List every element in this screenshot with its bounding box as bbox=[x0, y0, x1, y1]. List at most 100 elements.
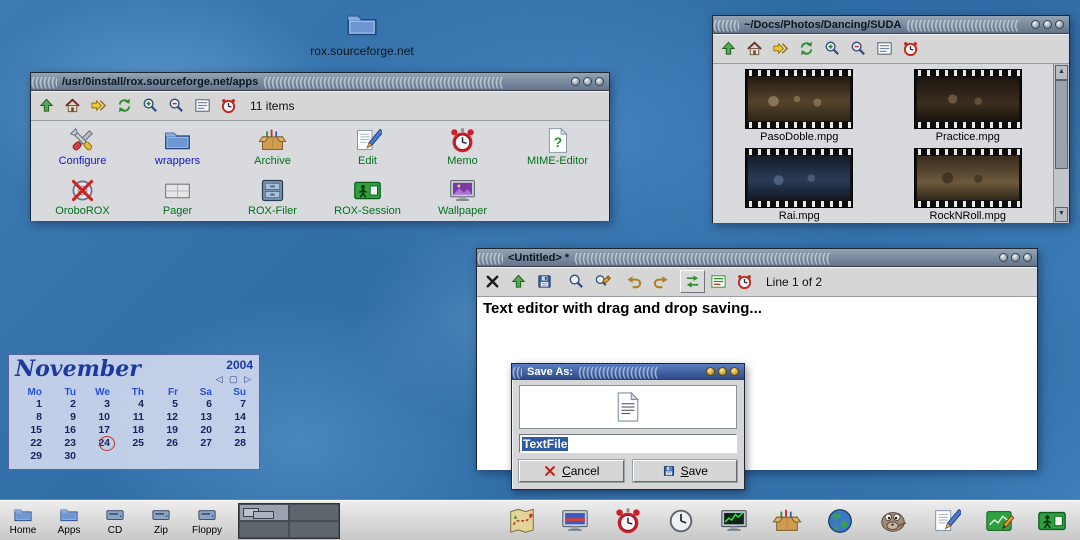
calendar-date[interactable]: 16 bbox=[49, 424, 83, 437]
file-rocknroll[interactable]: RockNRoll.mpg bbox=[884, 148, 1053, 227]
calendar-date[interactable]: 18 bbox=[117, 424, 151, 437]
filename-input[interactable]: TextFile bbox=[519, 434, 737, 453]
calendar-date[interactable]: 19 bbox=[151, 424, 185, 437]
workspace-3[interactable] bbox=[239, 521, 289, 538]
dialog-maximize-button[interactable] bbox=[718, 367, 727, 376]
launcher-floppy[interactable]: Floppy bbox=[184, 505, 230, 537]
refresh-button[interactable] bbox=[112, 94, 137, 117]
search-replace-button[interactable] bbox=[590, 270, 615, 293]
calendar-date[interactable]: 26 bbox=[151, 437, 185, 450]
scroll-up-arrow[interactable]: ▲ bbox=[1055, 65, 1068, 80]
calendar-date[interactable]: 29 bbox=[15, 450, 49, 463]
calendar-date[interactable]: 7 bbox=[219, 398, 253, 411]
workspace-1[interactable] bbox=[239, 504, 289, 521]
calendar-date[interactable]: 13 bbox=[185, 411, 219, 424]
save-as-titlebar[interactable]: ((( Save As: (((((((((((((((((((( bbox=[512, 364, 744, 380]
zoom-in-button[interactable] bbox=[820, 37, 845, 60]
refresh-button[interactable] bbox=[794, 37, 819, 60]
calendar-date[interactable]: 11 bbox=[117, 411, 151, 424]
app-icon-edit[interactable]: Edit bbox=[320, 123, 415, 173]
clock-button[interactable] bbox=[216, 94, 241, 117]
cancel-button[interactable]: Cancel bbox=[519, 460, 624, 482]
calendar-date[interactable]: 8 bbox=[15, 411, 49, 424]
calendar-date[interactable]: 10 bbox=[83, 411, 117, 424]
window-close-button[interactable] bbox=[1055, 20, 1064, 29]
app-icon-rox-filer[interactable]: ROX-Filer bbox=[225, 173, 320, 223]
calendar-date[interactable]: 21 bbox=[219, 424, 253, 437]
map-app-button[interactable] bbox=[506, 505, 538, 537]
window-maximize-button[interactable] bbox=[1043, 20, 1052, 29]
app-icon-archive[interactable]: Archive bbox=[225, 123, 320, 173]
calendar-date[interactable]: 6 bbox=[185, 398, 219, 411]
editor-text-area[interactable]: Text editor with drag and drop saving...… bbox=[477, 297, 1037, 470]
window-minimize-button[interactable] bbox=[1031, 20, 1040, 29]
search-button[interactable] bbox=[564, 270, 589, 293]
app-icon-pager[interactable]: Pager bbox=[130, 173, 225, 223]
dialog-close-button[interactable] bbox=[730, 367, 739, 376]
app-icon-memo[interactable]: Memo bbox=[415, 123, 510, 173]
file-pasodoble[interactable]: PasoDoble.mpg bbox=[715, 69, 884, 148]
calendar-date[interactable]: 9 bbox=[49, 411, 83, 424]
zoom-out-button[interactable] bbox=[164, 94, 189, 117]
calendar-date[interactable]: 23 bbox=[49, 437, 83, 450]
redo-button[interactable] bbox=[648, 270, 673, 293]
globe-app-button[interactable] bbox=[824, 505, 856, 537]
window-close-button[interactable] bbox=[595, 77, 604, 86]
app-icon-configure[interactable]: Configure bbox=[35, 123, 130, 173]
zoom-in-button[interactable] bbox=[138, 94, 163, 117]
clock-app-button[interactable] bbox=[665, 505, 697, 537]
memo-app-button[interactable] bbox=[612, 505, 644, 537]
bookmarks-button[interactable] bbox=[86, 94, 111, 117]
goto-line-button[interactable] bbox=[706, 270, 731, 293]
up-button[interactable] bbox=[506, 270, 531, 293]
gimp-app-button[interactable] bbox=[877, 505, 909, 537]
calendar-date[interactable]: 27 bbox=[185, 437, 219, 450]
window-minimize-button[interactable] bbox=[999, 253, 1008, 262]
scrollbar-thumb[interactable] bbox=[1055, 80, 1068, 169]
file-practice[interactable]: Practice.mpg bbox=[884, 69, 1053, 148]
launcher-apps[interactable]: Apps bbox=[46, 505, 92, 537]
launcher-home[interactable]: Home bbox=[0, 505, 46, 537]
calendar-date[interactable]: 30 bbox=[49, 450, 83, 463]
calendar-date[interactable]: 4 bbox=[117, 398, 151, 411]
next-month-icon[interactable]: ▷ bbox=[244, 374, 253, 384]
calendar-date[interactable]: 20 bbox=[185, 424, 219, 437]
up-button[interactable] bbox=[34, 94, 59, 117]
home-button[interactable] bbox=[742, 37, 767, 60]
scroll-down-arrow[interactable]: ▼ bbox=[1055, 207, 1068, 222]
undo-button[interactable] bbox=[622, 270, 647, 293]
window-close-button[interactable] bbox=[1023, 253, 1032, 262]
clock-button[interactable] bbox=[898, 37, 923, 60]
wallpaper-app-button[interactable] bbox=[559, 505, 591, 537]
list-view-button[interactable] bbox=[872, 37, 897, 60]
editor-app-button[interactable] bbox=[930, 505, 962, 537]
suda-window-titlebar[interactable]: (((((((( ~/Docs/Photos/Dancing/SUDA ((((… bbox=[713, 16, 1069, 34]
editor-window-titlebar[interactable]: (((((((( <Untitled> * ((((((((((((((((((… bbox=[477, 249, 1037, 267]
archive-app-button[interactable] bbox=[771, 505, 803, 537]
today-icon[interactable]: ▢ bbox=[229, 374, 240, 384]
app-icon-wallpaper[interactable]: Wallpaper bbox=[415, 173, 510, 223]
workspace-4[interactable] bbox=[289, 521, 339, 538]
launcher-zip[interactable]: Zip bbox=[138, 505, 184, 537]
app-icon-oroborox[interactable]: OroboROX bbox=[35, 173, 130, 223]
apps-window-titlebar[interactable]: (((((((( /usr/0install/rox.sourceforge.n… bbox=[31, 73, 609, 91]
window-maximize-button[interactable] bbox=[583, 77, 592, 86]
launcher-cd[interactable]: CD bbox=[92, 505, 138, 537]
zoom-out-button[interactable] bbox=[846, 37, 871, 60]
calendar-date[interactable]: 25 bbox=[117, 437, 151, 450]
calendar-date[interactable]: 28 bbox=[219, 437, 253, 450]
calendar-date[interactable]: 1 bbox=[15, 398, 49, 411]
save-button[interactable] bbox=[532, 270, 557, 293]
vertical-scrollbar[interactable]: ▲ ▼ bbox=[1053, 64, 1069, 223]
calendar-date[interactable]: 14 bbox=[219, 411, 253, 424]
desktop-icon-rox-sourceforge[interactable]: rox.sourceforge.net bbox=[292, 8, 432, 58]
workspace-2[interactable] bbox=[289, 504, 339, 521]
clock-button[interactable] bbox=[732, 270, 757, 293]
calendar-date-today[interactable]: 24 bbox=[83, 437, 117, 450]
app-icon-wrappers[interactable]: wrappers bbox=[130, 123, 225, 173]
list-view-button[interactable] bbox=[190, 94, 215, 117]
session-app-button[interactable] bbox=[1036, 505, 1068, 537]
dialog-minimize-button[interactable] bbox=[706, 367, 715, 376]
app-icon-rox-session[interactable]: ROX-Session bbox=[320, 173, 415, 223]
system-monitor-button[interactable] bbox=[718, 505, 750, 537]
